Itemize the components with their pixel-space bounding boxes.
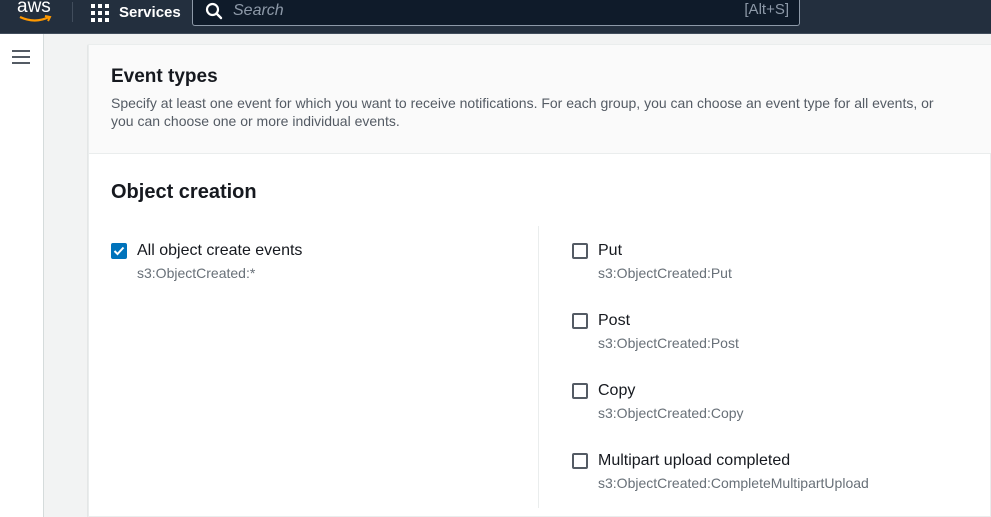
aws-logo[interactable]: aws (17, 0, 57, 26)
copy-event-option[interactable]: Copy s3:ObjectCreated:Copy (572, 381, 744, 422)
option-description: s3:ObjectCreated:Copy (598, 405, 744, 421)
services-grid-icon (90, 2, 110, 22)
panel-header: Event types Specify at least one event f… (89, 45, 991, 154)
search-icon (205, 2, 223, 20)
all-object-create-events-option[interactable]: All object create events s3:ObjectCreate… (111, 241, 302, 282)
put-event-option[interactable]: Put s3:ObjectCreated:Put (572, 241, 732, 282)
option-description: s3:ObjectCreated:* (137, 265, 256, 281)
checkmark-icon (113, 246, 125, 256)
menu-toggle-icon[interactable] (12, 50, 30, 64)
search-bar[interactable]: [Alt+S] (192, 0, 800, 26)
aws-smile-icon (19, 15, 52, 22)
services-menu-button[interactable]: Services (90, 1, 181, 23)
copy-event-checkbox[interactable] (572, 383, 588, 399)
option-description: s3:ObjectCreated:CompleteMultipartUpload (598, 475, 869, 491)
search-shortcut-hint: [Alt+S] (744, 1, 789, 18)
column-divider (538, 226, 539, 508)
all-object-create-events-checkbox[interactable] (111, 243, 127, 259)
option-description: s3:ObjectCreated:Post (598, 335, 739, 351)
event-types-panel: Event types Specify at least one event f… (88, 44, 991, 517)
multipart-upload-completed-checkbox[interactable] (572, 453, 588, 469)
services-label: Services (119, 3, 181, 21)
side-navigation (0, 34, 44, 517)
top-navigation-bar: aws Services [Alt+S] (0, 0, 991, 34)
option-label: All object create events (137, 242, 303, 259)
section-title-object-creation: Object creation (111, 181, 257, 203)
topbar-separator (72, 2, 73, 22)
option-label: Multipart upload completed (598, 452, 791, 469)
put-event-checkbox[interactable] (572, 243, 588, 259)
post-event-option[interactable]: Post s3:ObjectCreated:Post (572, 311, 739, 352)
option-label: Post (598, 312, 631, 329)
search-input[interactable] (233, 0, 713, 23)
panel-title: Event types (111, 66, 218, 87)
panel-description: Specify at least one event for which you… (111, 95, 934, 129)
post-event-checkbox[interactable] (572, 313, 588, 329)
multipart-upload-completed-option[interactable]: Multipart upload completed s3:ObjectCrea… (572, 451, 869, 492)
option-label: Put (598, 242, 623, 259)
option-description: s3:ObjectCreated:Put (598, 265, 732, 281)
option-label: Copy (598, 382, 636, 399)
